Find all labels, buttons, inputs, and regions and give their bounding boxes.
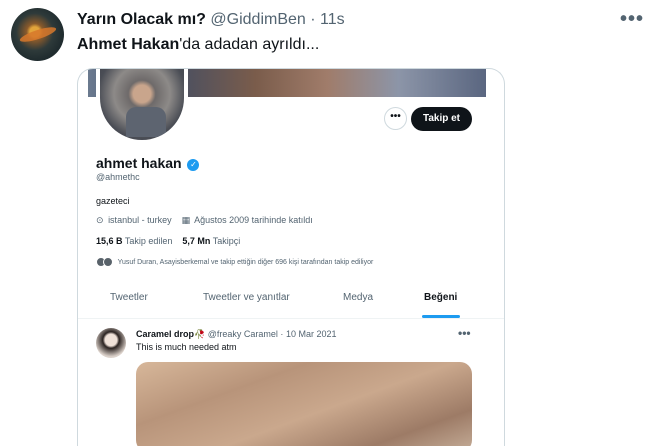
author-handle[interactable]: @GiddimBen (210, 11, 305, 28)
profile-name-text: ahmet hakan (96, 155, 182, 171)
profile-name: ahmet hakan ✓ (96, 155, 200, 171)
inner-tweet-author: Caramel drop🥀 (136, 329, 206, 339)
profile-meta: ⊙ istanbul - turkey ▦ Ağustos 2009 tarih… (96, 215, 313, 226)
location-icon: ⊙ (96, 215, 104, 225)
author-name[interactable]: Yarın Olacak mı? (77, 11, 206, 28)
tweet-text-bold: Ahmet Hakan (77, 36, 180, 53)
profile-joined: Ağustos 2009 tarihinde katıldı (194, 215, 313, 225)
active-tab-indicator (422, 315, 460, 318)
tab-tweets: Tweetler (110, 292, 148, 303)
follow-button: Takip et (411, 107, 472, 131)
inner-tweet-handle: @freaky Caramel (207, 329, 278, 339)
inner-tweet-media (136, 362, 472, 446)
tweet-header: Yarın Olacak mı? @GiddimBen · 11s (77, 11, 345, 29)
follower-avatar (103, 257, 113, 267)
tab-media: Medya (343, 292, 374, 303)
tweet-text: Ahmet Hakan'da adadan ayrıldı... (77, 36, 319, 54)
profile-bio: gazeteci (96, 196, 130, 206)
attached-image[interactable]: ••• Takip et ahmet hakan ✓ @ahmethc gaze… (77, 68, 505, 446)
followers-label: Takipçi (212, 236, 241, 246)
following-count: 15,6 B (96, 236, 123, 246)
followers-count: 5,7 Mn (182, 236, 211, 246)
author-avatar[interactable] (11, 8, 64, 61)
inner-tweet-header: Caramel drop🥀 @freaky Caramel · 10 Mar 2… (136, 329, 336, 340)
separator-dot: · (310, 11, 316, 28)
profile-avatar (96, 69, 188, 144)
followed-by-text: Yusuf Duran, Asayisberkemal ve takip ett… (117, 258, 374, 266)
profile-counts: 15,6 B Takip edilen 5,7 Mn Takipçi (96, 236, 240, 246)
profile-more-icon: ••• (384, 107, 407, 130)
calendar-icon: ▦ (181, 215, 191, 225)
tab-likes: Beğeni (424, 292, 458, 303)
inner-tweet-date: 10 Mar 2021 (285, 329, 337, 339)
profile-location: istanbul - turkey (108, 215, 172, 225)
more-options-icon[interactable]: ••• (620, 8, 644, 31)
inner-more-icon: ••• (458, 326, 471, 340)
tweet-time[interactable]: 11s (320, 11, 345, 28)
inner-tweet-text: This is much needed atm (136, 342, 237, 352)
verified-badge-icon: ✓ (187, 159, 200, 171)
inner-tweet-avatar (96, 328, 126, 358)
profile-tabs: Tweetler Tweetler ve yanıtlar Medya Beğe… (78, 281, 504, 319)
inner-separator-dot: · (280, 329, 284, 339)
profile-handle: @ahmethc (96, 172, 140, 182)
following-label: Takip edilen (124, 236, 173, 246)
tab-tweets-and-replies: Tweetler ve yanıtlar (203, 292, 290, 303)
tweet-text-rest: 'da adadan ayrıldı... (179, 36, 320, 53)
followed-by: Yusuf Duran, Asayisberkemal ve takip ett… (96, 257, 373, 267)
